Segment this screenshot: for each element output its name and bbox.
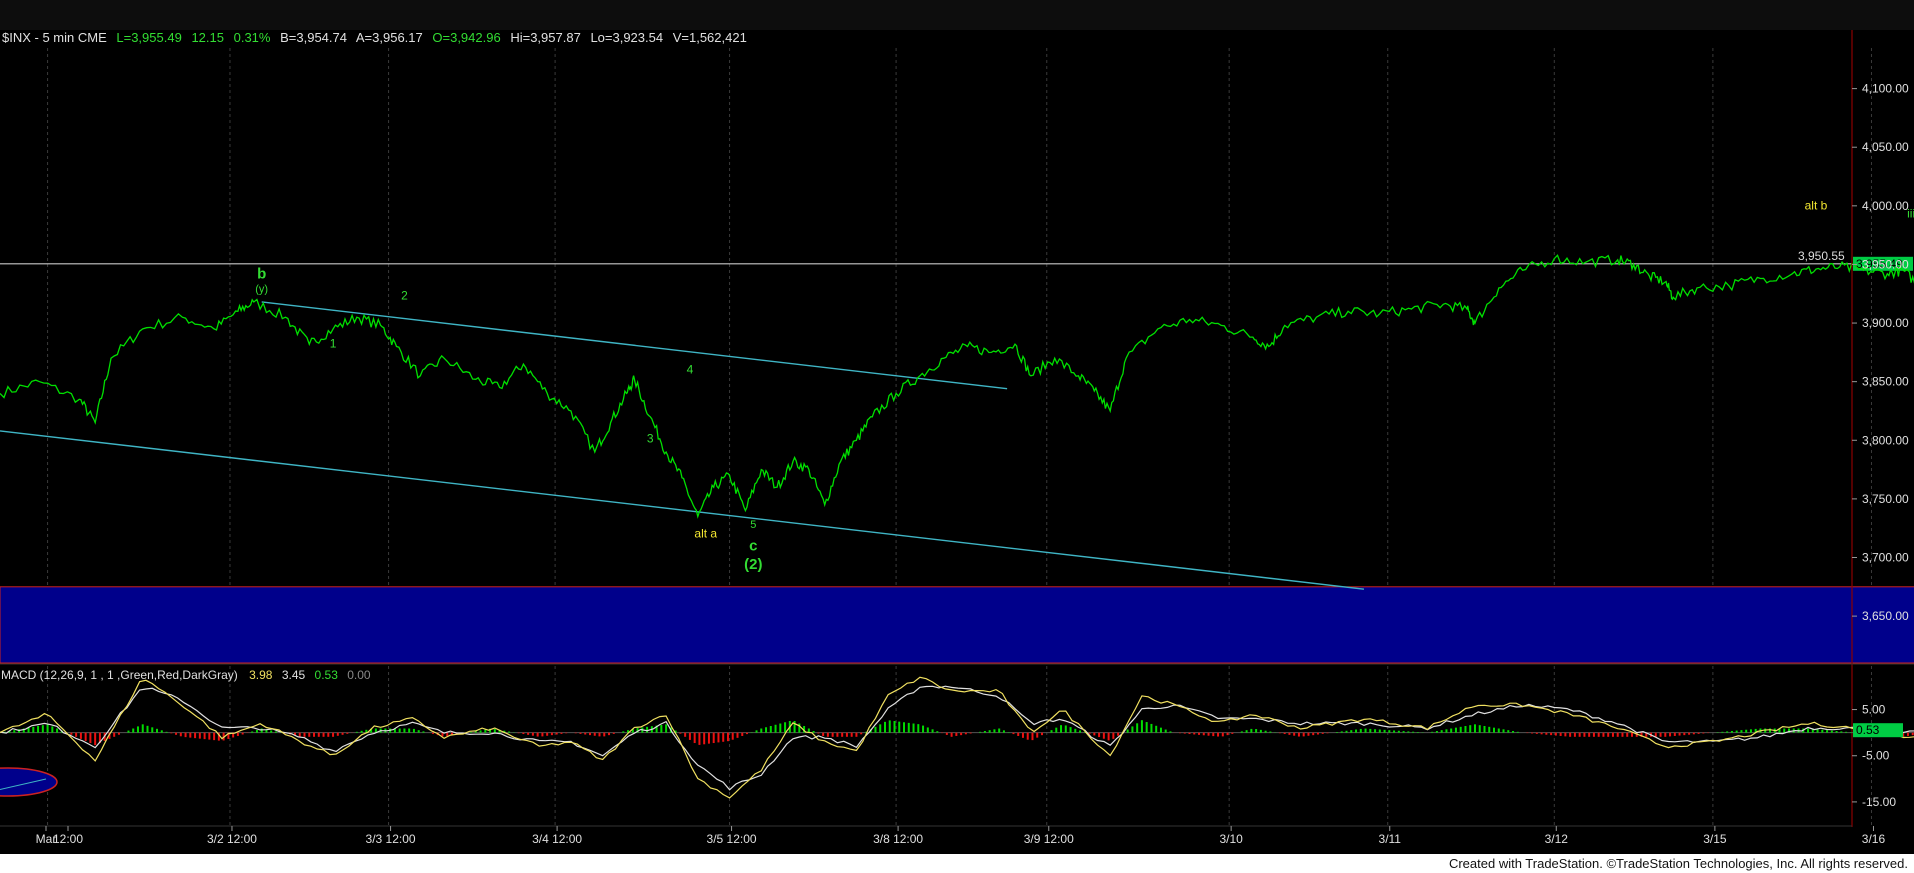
time-label-9: 3/11 (1379, 832, 1402, 846)
price-tick-label-5: 3,900.00 (1862, 316, 1909, 330)
time-label-12: 3/16 (1862, 832, 1886, 846)
last-price: L=3,955.49 (116, 30, 181, 45)
price-tick-label-1: 3,700.00 (1862, 551, 1909, 565)
wave-label-6: 5 (750, 519, 756, 531)
time-label-3: 3/3 12:00 (366, 832, 416, 846)
footer-bar: Created with TradeStation. ©TradeStation… (0, 854, 1914, 873)
macd-label: MACD (12,26,9, 1 , 1 ,Green,Red,DarkGray… (1, 668, 238, 682)
time-label-10: 3/12 (1545, 832, 1569, 846)
reference-line-label: 3,950.55 (1798, 249, 1845, 263)
macd-tick-label-1: -5.00 (1862, 749, 1890, 763)
price-tick-label-7: 4,000.00 (1862, 199, 1909, 213)
wave-label-8: c (749, 537, 757, 554)
change-value: 12.15 (191, 30, 224, 45)
hist-value: 0.53 (315, 668, 339, 682)
wave-label-3: 1 (330, 337, 337, 351)
signal-value: 3.45 (282, 668, 306, 682)
time-label-11: 3/15 (1703, 832, 1727, 846)
zero-value: 0.00 (347, 668, 371, 682)
wave-label-7: alt a (694, 527, 717, 541)
price-tick-label-0: 3,650.00 (1862, 609, 1909, 623)
low-price: Lo=3,923.54 (590, 30, 663, 45)
bid-price: B=3,954.74 (280, 30, 347, 45)
price-tick-label-8: 4,050.00 (1862, 140, 1909, 154)
wave-label-4: 4 (687, 362, 694, 376)
time-label-8: 3/10 (1219, 832, 1243, 846)
wave-label-9: (2) (744, 556, 762, 573)
time-label-4: 3/4 12:00 (532, 832, 582, 846)
volume-value: V=1,562,421 (673, 30, 747, 45)
wave-label-5: 3 (647, 432, 654, 446)
time-label-2: 3/2 12:00 (207, 832, 257, 846)
price-tick-label-6: 3,950.00 (1862, 257, 1909, 271)
price-tick-label-3: 3,800.00 (1862, 433, 1909, 447)
macd-tick-label-0: 5.00 (1862, 703, 1886, 717)
price-tick-label-2: 3,750.00 (1862, 492, 1909, 506)
high-price: Hi=3,957.87 (510, 30, 580, 45)
time-label-1: 12:00 (53, 832, 83, 846)
wave-label-10: alt b (1805, 198, 1828, 212)
time-label-7: 3/9 12:00 (1024, 832, 1074, 846)
macd-tick-label-2: -15.00 (1862, 795, 1896, 809)
symbol-label: $INX - 5 min CME (2, 30, 107, 45)
target-zone-box (0, 586, 1914, 664)
price-chart[interactable]: 3,950.553,955.49 b(y) 21435alt ac(2)alt b… (0, 0, 1914, 854)
wave-label-1: (y) (255, 284, 268, 296)
target-box (0, 586, 1914, 664)
open-price: O=3,942.96 (432, 30, 500, 45)
wave-label-0: b (257, 266, 266, 283)
price-tick-label-4: 3,850.00 (1862, 375, 1909, 389)
macd-value: 3.98 (249, 668, 273, 682)
price-tick-label-9: 4,100.00 (1862, 82, 1909, 96)
macd-header: MACD (12,26,9, 1 , 1 ,Green,Red,DarkGray… (1, 668, 371, 682)
wave-label-2: 2 (401, 289, 408, 303)
time-label-6: 3/8 12:00 (873, 832, 923, 846)
ask-price: A=3,956.17 (356, 30, 423, 45)
footer-text: Created with TradeStation. ©TradeStation… (1448, 856, 1908, 871)
macd-last-marker-label: 0.53 (1856, 723, 1880, 737)
change-percent: 0.31% (234, 30, 271, 45)
time-label-5: 3/5 12:00 (707, 832, 757, 846)
